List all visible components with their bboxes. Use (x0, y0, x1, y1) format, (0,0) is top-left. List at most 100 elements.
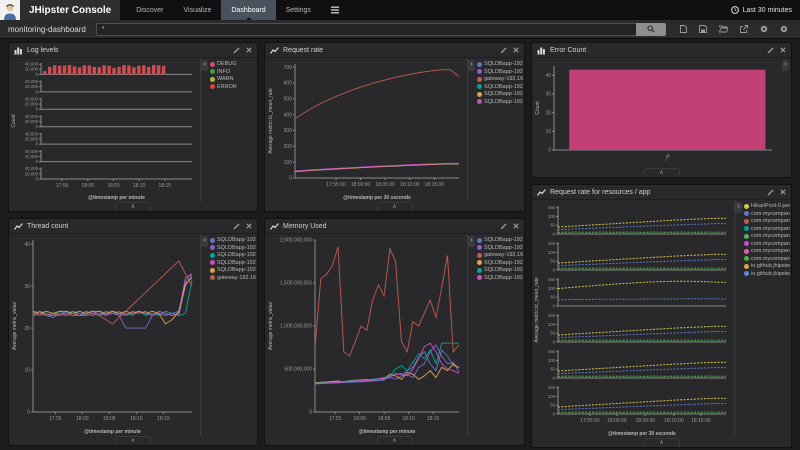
legend-item[interactable]: com.mycompany.myap... (744, 211, 790, 217)
query-input[interactable] (96, 23, 636, 36)
panel-collapse-button[interactable]: ∧ (377, 202, 413, 211)
legend-collapse-icon[interactable]: › (201, 60, 208, 71)
open-icon[interactable] (719, 25, 728, 33)
jhipster-logo[interactable] (0, 0, 20, 20)
legend-item[interactable]: com.mycompany.myap... (744, 226, 790, 232)
legend-item[interactable]: io.github.jhipster.web.r... (744, 263, 790, 269)
close-panel-icon[interactable] (246, 47, 252, 54)
legend-item[interactable]: com.mycompany.myap... (744, 248, 790, 254)
legend-item[interactable]: SQLDBapp-192.168.4... (477, 275, 523, 281)
legend-item[interactable]: SQLDBapp-192.168.4... (210, 260, 256, 266)
panel-collapse-button[interactable]: ∧ (377, 436, 413, 445)
close-panel-icon[interactable] (513, 223, 519, 230)
legend-item[interactable]: SQLDBapp-192.168.4... (477, 267, 523, 273)
svg-text:Average metric.tc_mean_rate: Average metric.tc_mean_rate (534, 277, 540, 343)
svg-text:0: 0 (36, 176, 39, 181)
legend-collapse-icon[interactable]: › (468, 236, 475, 247)
options-icon[interactable] (760, 25, 768, 33)
legend: › DEBUG INFOWARN ERROR (200, 58, 257, 202)
panel-collapse-button[interactable]: ∧ (115, 202, 151, 211)
close-panel-icon[interactable] (780, 189, 786, 196)
panel-header[interactable]: Request rate for resources / app (532, 185, 791, 200)
svg-text:150: 150 (548, 277, 556, 282)
panel-header[interactable]: Thread count (9, 219, 257, 234)
log-levels-chart[interactable]: 020,00040,000020,00040,000020,00040,0000… (9, 58, 200, 202)
close-panel-icon[interactable] (513, 47, 519, 54)
search-button[interactable] (636, 23, 666, 36)
save-icon[interactable] (699, 25, 707, 33)
legend-item[interactable]: io.github.jhipster.web.r... (744, 271, 790, 277)
legend-label: io.github.jhipster.web.r... (751, 263, 790, 269)
legend-item[interactable]: HikariPool-0.pool.Wait (744, 203, 790, 209)
edit-panel-icon[interactable] (500, 223, 507, 230)
legend-item[interactable]: gateway-192.168.43.8... (477, 76, 523, 82)
legend-collapse-icon[interactable]: › (201, 236, 208, 247)
edit-panel-icon[interactable] (767, 189, 774, 196)
legend-item[interactable]: SQLDBapp-192.168.4... (477, 91, 523, 97)
legend-item[interactable]: com.mycompany.myap... (744, 241, 790, 247)
menu-toggle-button[interactable] (321, 0, 349, 20)
legend-item[interactable]: DEBUG (210, 61, 256, 67)
refresh-icon[interactable] (780, 25, 788, 33)
legend-item[interactable]: gateway-192.168.43.8... (210, 275, 256, 281)
svg-text:18:05:00: 18:05:00 (636, 418, 656, 424)
legend-item[interactable]: SQLDBapp-192.168.4... (477, 69, 523, 75)
legend-item[interactable]: WARN (210, 76, 256, 82)
legend-item[interactable]: SQLDBapp-192.168.4... (477, 99, 523, 105)
memory-used-chart[interactable]: 0500,000,0001,000,000,0001,500,000,0002,… (265, 234, 467, 436)
edit-panel-icon[interactable] (233, 223, 240, 230)
legend-item[interactable]: com.mycompany.myap... (744, 256, 790, 262)
nav-item-settings[interactable]: Settings (276, 0, 321, 20)
legend-item[interactable]: SQLDBapp-192.168.4... (477, 260, 523, 266)
legend-collapse-icon[interactable]: › (468, 60, 475, 71)
close-panel-icon[interactable] (246, 223, 252, 230)
svg-text:Count: Count (11, 114, 17, 128)
panel-collapse-button[interactable]: ∧ (115, 436, 151, 445)
time-filter[interactable]: Last 30 minutes (731, 0, 800, 20)
svg-text:0: 0 (36, 142, 39, 147)
legend-color-dot (477, 77, 482, 82)
legend-item[interactable]: SQLDBapp-192.168.4... (477, 61, 523, 67)
panel-header[interactable]: Log levels (9, 43, 257, 58)
legend-item[interactable]: SQLDBapp-192.168.4... (210, 252, 256, 258)
new-dashboard-icon[interactable] (680, 25, 687, 33)
svg-text:0: 0 (36, 89, 39, 94)
legend-item[interactable]: SQLDBapp-192.168.4... (210, 245, 256, 251)
svg-text:17:55: 17:55 (49, 416, 62, 422)
legend-item[interactable]: SQLDBapp-192.168.4... (477, 84, 523, 90)
panel-collapse-button[interactable]: ∧ (644, 438, 680, 447)
legend-label: SQLDBapp-192.168.4... (217, 252, 256, 258)
legend-item[interactable]: SQLDBapp-192.168.4... (210, 267, 256, 273)
legend-item[interactable]: SQLDBapp-192.168.4... (210, 237, 256, 243)
legend-collapse-icon[interactable]: › (735, 202, 742, 213)
thread-count-chart[interactable]: 01020304017:5518:0018:0518:1018:15@times… (9, 234, 200, 436)
nav-item-visualize[interactable]: Visualize (173, 0, 221, 20)
panel-title: Thread count (27, 223, 68, 230)
edit-panel-icon[interactable] (767, 47, 774, 54)
svg-text:40,000: 40,000 (25, 131, 39, 136)
legend-collapse-icon[interactable]: › (782, 60, 789, 71)
panel-header[interactable]: Memory Used (265, 219, 524, 234)
edit-panel-icon[interactable] (233, 47, 240, 54)
legend-item[interactable]: gateway-192.168.43.8... (477, 252, 523, 258)
legend-item[interactable]: com.mycompany.myap... (744, 218, 790, 224)
brand-title[interactable]: JHipster Console (20, 0, 120, 20)
error-count-chart[interactable]: 010203040_allCount (532, 58, 782, 168)
share-icon[interactable] (740, 25, 748, 33)
edit-panel-icon[interactable] (500, 47, 507, 54)
svg-text:18:10: 18:10 (402, 416, 415, 422)
legend-item[interactable]: INFO (210, 69, 256, 75)
legend-item[interactable]: SQLDBapp-192.168.4... (477, 237, 523, 243)
legend-item[interactable]: SQLDBapp-192.168.4... (477, 245, 523, 251)
close-panel-icon[interactable] (780, 47, 786, 54)
panel-header[interactable]: Error Count (532, 43, 791, 58)
panel-header[interactable]: Request rate (265, 43, 524, 58)
legend-item[interactable]: com.mycompany.myap... (744, 233, 790, 239)
legend-item[interactable]: ERROR (210, 84, 256, 90)
nav-item-discover[interactable]: Discover (126, 0, 173, 20)
nav-item-dashboard[interactable]: Dashboard (221, 0, 275, 20)
panel-collapse-button[interactable]: ∧ (644, 168, 680, 177)
request-rate-chart[interactable]: 010020030040050060070017:55:0018:00:0018… (265, 58, 467, 202)
svg-text:40,000: 40,000 (25, 62, 39, 67)
resources-chart[interactable]: 0501001500501001500501001500501001500501… (532, 200, 734, 438)
